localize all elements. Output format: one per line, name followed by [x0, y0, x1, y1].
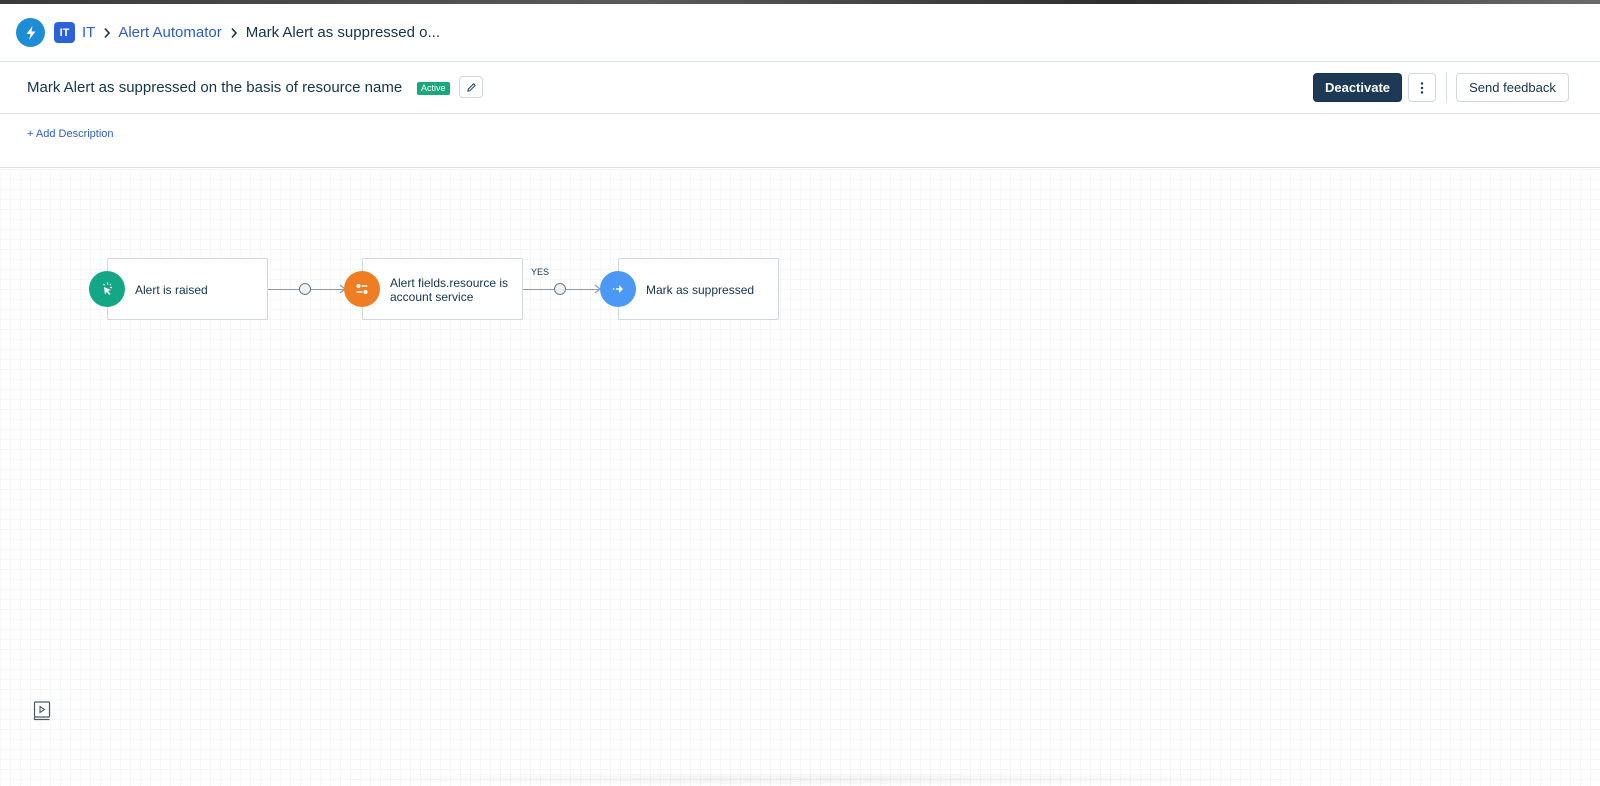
- add-step-handle[interactable]: [554, 283, 566, 295]
- cursor-click-icon: [89, 271, 125, 307]
- edit-title-button[interactable]: [459, 76, 483, 98]
- action-node[interactable]: Mark as suppressed: [618, 258, 779, 320]
- node-label: Mark as suppressed: [646, 283, 755, 297]
- toolbar-divider: [1446, 72, 1447, 103]
- bottom-shadow: [290, 772, 1310, 786]
- add-description-link[interactable]: + Add Description: [27, 128, 114, 140]
- page-title: Mark Alert as suppressed on the basis of…: [27, 79, 403, 96]
- status-badge: Active: [417, 82, 450, 95]
- trigger-node[interactable]: Alert is raised: [107, 258, 268, 320]
- app-logo-icon[interactable]: [16, 18, 45, 47]
- node-label-line1: Alert fields.resource is: [390, 276, 509, 290]
- chevron-right-icon: [230, 27, 238, 39]
- description-bar: + Add Description: [0, 114, 1600, 168]
- action-arrow-icon: [600, 271, 636, 307]
- chevron-right-icon: [103, 27, 111, 39]
- deactivate-button[interactable]: Deactivate: [1313, 73, 1402, 102]
- breadcrumb-workspace[interactable]: IT: [82, 24, 95, 41]
- more-options-button[interactable]: [1408, 73, 1436, 102]
- add-step-handle[interactable]: [299, 283, 311, 295]
- send-feedback-button[interactable]: Send feedback: [1456, 73, 1569, 102]
- breadcrumb-current: Mark Alert as suppressed o...: [245, 24, 440, 41]
- automation-titlebar: Mark Alert as suppressed on the basis of…: [0, 62, 1600, 114]
- pencil-icon: [466, 82, 476, 92]
- kebab-menu-icon: [1420, 81, 1424, 94]
- workspace-badge[interactable]: IT: [54, 22, 75, 43]
- app-header: IT IT Alert Automator Mark Alert as supp…: [0, 4, 1600, 62]
- condition-toggle-icon: [344, 271, 380, 307]
- flow-canvas[interactable]: Alert is raised Alert fields.resource is…: [0, 169, 1600, 786]
- node-label-line2: account service: [390, 290, 474, 304]
- edge-yes-label: YES: [531, 267, 550, 277]
- breadcrumb-app[interactable]: Alert Automator: [118, 24, 221, 41]
- condition-node[interactable]: Alert fields.resource is account service: [362, 258, 523, 320]
- node-label: Alert is raised: [135, 283, 208, 297]
- guide-book-icon[interactable]: [33, 701, 51, 721]
